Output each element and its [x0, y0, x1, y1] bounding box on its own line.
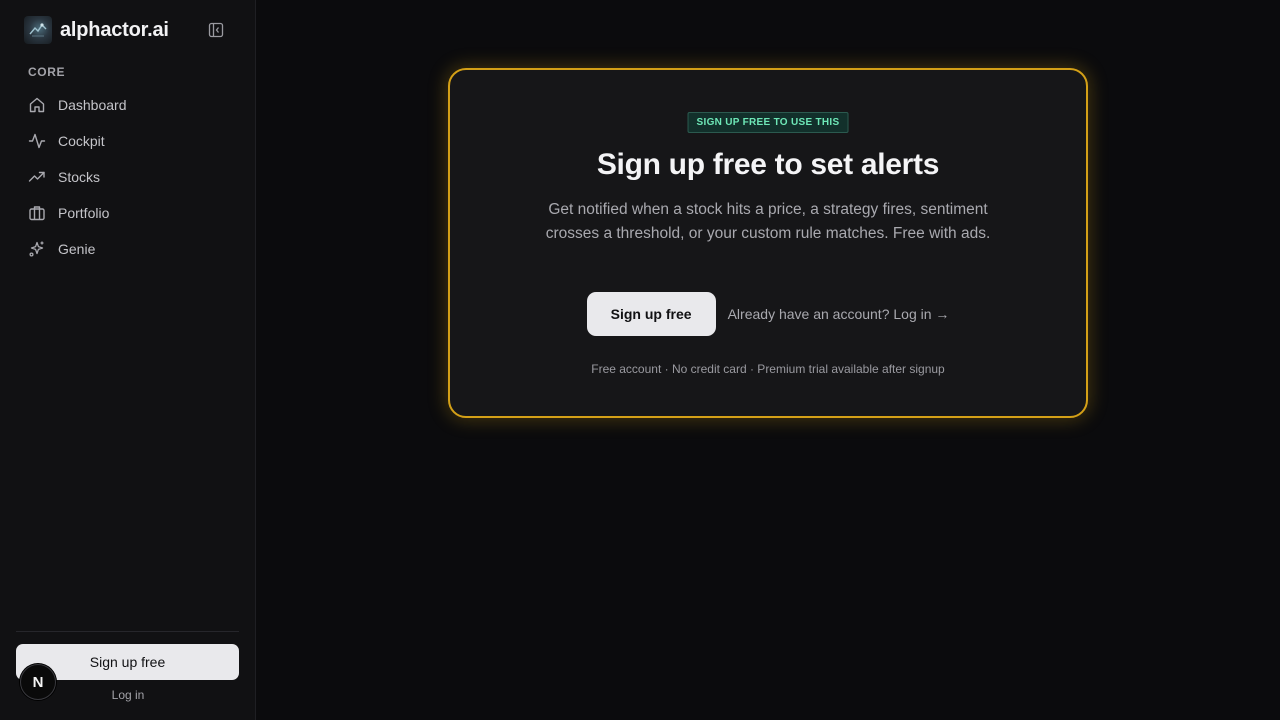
- brand-name: alphactor.ai: [60, 18, 169, 41]
- sparkles-icon: [28, 240, 46, 258]
- sidebar-collapse-icon[interactable]: [208, 22, 224, 38]
- card-title: Sign up free to set alerts: [596, 148, 940, 181]
- trending-up-icon: [28, 168, 46, 186]
- login-link[interactable]: Already have an account? Log in →: [728, 306, 950, 322]
- sidebar-item-dashboard[interactable]: Dashboard: [16, 87, 240, 123]
- home-icon: [28, 96, 46, 114]
- sidebar-item-stocks[interactable]: Stocks: [16, 159, 240, 195]
- sidebar-item-genie[interactable]: Genie: [16, 231, 240, 267]
- sidebar-item-cockpit[interactable]: Cockpit: [16, 123, 240, 159]
- sidebar-item-label: Cockpit: [58, 133, 105, 149]
- signup-badge: SIGN UP FREE TO USE THIS: [687, 112, 849, 133]
- sidebar-item-label: Dashboard: [58, 97, 127, 113]
- card-description: Get notified when a stock hits a price, …: [545, 201, 991, 242]
- sidebar-divider: [16, 631, 239, 632]
- logo-icon: [24, 16, 52, 44]
- signup-button[interactable]: Sign up free: [586, 292, 716, 336]
- activity-icon: [28, 132, 46, 150]
- card-actions: Sign up free Already have an account? Lo…: [450, 292, 1086, 336]
- sidebar: alphactor.ai CORE Dashboard Cockpit Stoc…: [0, 0, 256, 720]
- sidebar-item-label: Genie: [58, 241, 96, 257]
- dev-tools-badge[interactable]: N: [20, 664, 56, 700]
- fine-print: Free account · No credit card · Premium …: [591, 362, 945, 376]
- section-label-core: CORE: [28, 65, 66, 79]
- sidebar-nav: Dashboard Cockpit Stocks Portfolio Genie: [16, 87, 240, 267]
- sidebar-item-label: Stocks: [58, 169, 101, 185]
- brand[interactable]: alphactor.ai: [24, 16, 169, 44]
- signup-card: SIGN UP FREE TO USE THIS Sign up free to…: [448, 68, 1088, 418]
- sidebar-item-portfolio[interactable]: Portfolio: [16, 195, 240, 231]
- sidebar-item-label: Portfolio: [58, 205, 110, 221]
- briefcase-icon: [28, 204, 46, 222]
